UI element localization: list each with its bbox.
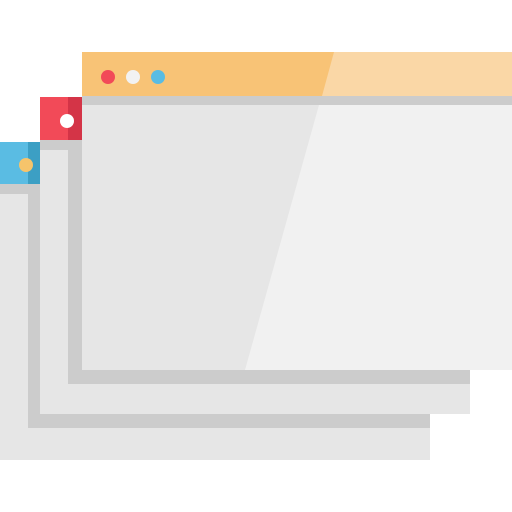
back-window-dot	[19, 158, 33, 172]
stacked-browser-windows-icon	[0, 52, 512, 460]
maximize-dot-icon	[151, 70, 165, 84]
middle-window-inner-shadow	[68, 140, 82, 370]
close-dot-icon	[101, 70, 115, 84]
front-window-titlebar-shadow	[82, 96, 512, 105]
back-window-inner-shadow	[28, 184, 40, 414]
middle-window-dot	[60, 114, 74, 128]
middle-window-bottom-shadow	[68, 370, 470, 384]
back-window-bottom-shadow	[28, 414, 430, 428]
front-window-titlebar-highlight	[322, 52, 512, 96]
front-window	[82, 52, 512, 370]
minimize-dot-icon	[126, 70, 140, 84]
